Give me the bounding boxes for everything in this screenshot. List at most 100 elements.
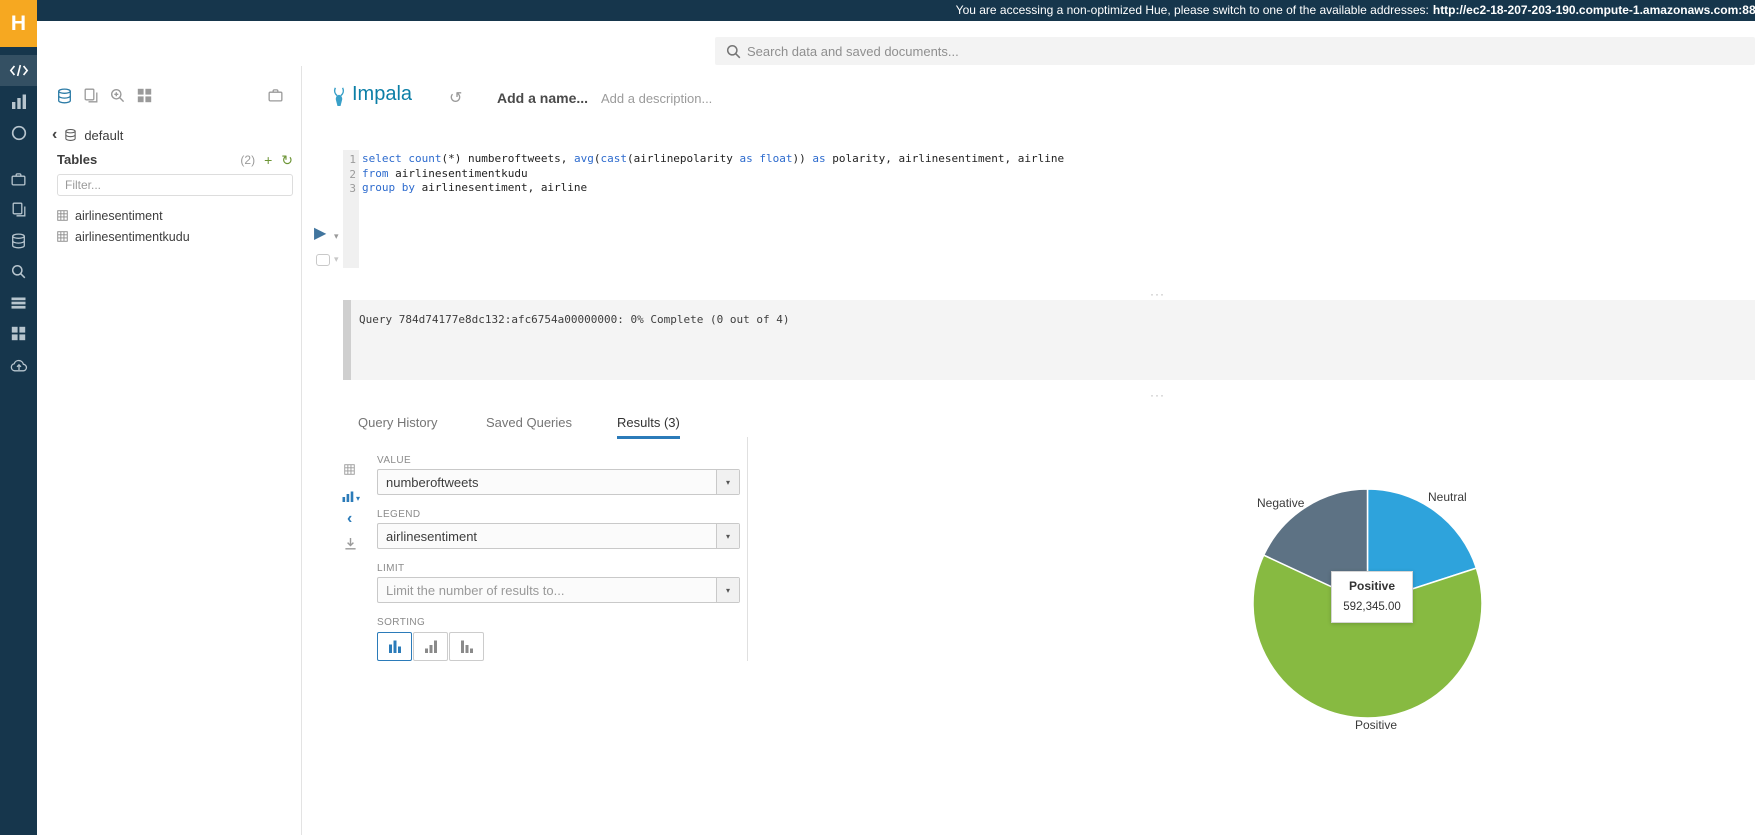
chevron-down-icon: ▾ [716, 524, 739, 548]
briefcase-icon [11, 172, 26, 186]
execute-button[interactable]: ▶ [314, 226, 326, 242]
tables-header: Tables (2) + ↻ [57, 152, 293, 167]
assist-panel: ‹ default Tables (2) + ↻ airlinesentimen… [37, 66, 302, 835]
line-number: 3 [343, 182, 359, 197]
results-divider[interactable] [747, 437, 748, 661]
add-icon[interactable]: + [264, 154, 272, 166]
chart-type-picker-icon[interactable]: ▾ [342, 489, 360, 507]
global-search-input[interactable] [715, 37, 1755, 65]
refresh-icon[interactable]: ↻ [281, 154, 293, 166]
grid-icon [11, 326, 26, 341]
cloud-upload-icon [10, 358, 28, 372]
code-line: select count(*) numberoftweets, avg(cast… [362, 152, 1064, 167]
rail-item-documents[interactable] [0, 194, 37, 225]
pie-tooltip-title: Positive [1335, 579, 1409, 593]
rail-item-hbase[interactable] [0, 287, 37, 318]
limit-select[interactable]: Limit the number of results to... ▾ [377, 577, 740, 603]
rail-item-dashboards[interactable] [0, 86, 37, 117]
editor-gutter: 123 [343, 150, 359, 268]
value-select-text: numberoftweets [378, 475, 479, 490]
code-line: group by airlinesentiment, airline [362, 181, 1064, 196]
rail-item-importer[interactable] [0, 349, 37, 380]
history-icon[interactable]: ↺ [449, 88, 462, 108]
results-resizer[interactable]: ··· [1150, 391, 1165, 399]
legend-select-text: airlinesentiment [378, 529, 477, 544]
chevron-down-icon: ▾ [716, 578, 739, 602]
limit-select-text: Limit the number of results to... [378, 583, 564, 598]
hue-app: H You are accessing a non-optimized Hue,… [0, 0, 1755, 835]
pie-tooltip-value: 592,345.00 [1335, 601, 1409, 613]
hue-logo[interactable]: H [0, 0, 37, 47]
table-row[interactable]: airlinesentimentkudu [57, 226, 293, 247]
database-icon [11, 233, 26, 249]
assist-apps-icon[interactable] [137, 88, 152, 109]
pie-label-positive: Positive [1355, 718, 1397, 732]
database-name[interactable]: default [84, 128, 123, 143]
warning-banner: You are accessing a non-optimized Hue, p… [37, 0, 1755, 21]
assist-data-icon[interactable] [57, 88, 72, 109]
assist-search-icon[interactable] [110, 88, 125, 109]
table-filter-input[interactable] [57, 174, 293, 196]
sorting-label: SORTING [377, 617, 425, 628]
results-grid-icon[interactable] [344, 464, 355, 475]
rail-item-apps[interactable] [0, 318, 37, 349]
rail-item-editor[interactable] [0, 55, 37, 86]
assist-documents-icon[interactable] [84, 88, 98, 109]
legend-select[interactable]: airlinesentiment ▾ [377, 523, 740, 549]
pie-chart-area: Negative Neutral Positive Positive 592,3… [1246, 483, 1506, 748]
limit-label: LIMIT [377, 563, 405, 574]
result-tabs: Query History Saved Queries Results (3) [343, 407, 823, 438]
snippet-settings-icon[interactable] [316, 254, 330, 266]
snippet-settings-caret-icon[interactable]: ▾ [334, 254, 339, 265]
legend-label: LEGEND [377, 509, 421, 520]
table-row[interactable]: airlinesentiment [57, 205, 293, 226]
engine-title: Impala [352, 83, 412, 106]
bar-chart-icon [11, 94, 27, 109]
rail-item-tables[interactable] [0, 225, 37, 256]
code-line: from airlinesentimentkudu [362, 167, 1064, 182]
query-description-field[interactable]: Add a description... [601, 91, 712, 106]
line-number: 1 [343, 153, 359, 168]
sql-editor[interactable]: select count(*) numberoftweets, avg(cast… [362, 152, 1064, 196]
pie-label-negative: Negative [1257, 496, 1304, 510]
jobs-bag-icon[interactable] [268, 88, 283, 107]
sort-none-button[interactable] [377, 632, 412, 661]
line-number: 2 [343, 168, 359, 183]
query-name-field[interactable]: Add a name... [497, 90, 588, 106]
stripes-icon [11, 296, 26, 310]
tab-results-3[interactable]: Results (3) [617, 415, 680, 439]
assist-toolbar [57, 88, 152, 109]
editor-resizer[interactable]: ··· [1150, 290, 1165, 298]
table-name: airlinesentimentkudu [75, 230, 190, 244]
copy-icon [12, 202, 26, 217]
download-icon[interactable] [344, 537, 357, 550]
sort-desc-button[interactable] [449, 632, 484, 661]
search-icon [726, 44, 741, 64]
magnifier-icon [11, 264, 26, 279]
circle-icon [11, 125, 27, 141]
table-icon [57, 210, 68, 221]
rail-item-search[interactable] [0, 256, 37, 287]
rail-item-scheduler[interactable] [0, 117, 37, 148]
banner-link[interactable]: http://ec2-18-207-203-190.compute-1.amaz… [1433, 3, 1755, 17]
value-label: VALUE [377, 455, 411, 466]
rail-item-jobs[interactable] [0, 163, 37, 194]
table-icon [57, 231, 68, 242]
tab-saved-queries[interactable]: Saved Queries [486, 415, 572, 439]
database-breadcrumb: ‹ default [52, 127, 123, 143]
execute-options-caret-icon[interactable]: ▾ [334, 231, 339, 242]
tables-title: Tables [57, 152, 97, 167]
tables-count: (2) [240, 153, 255, 167]
sort-asc-button[interactable] [413, 632, 448, 661]
collapse-chevron-icon[interactable]: ‹ [347, 510, 352, 528]
bar-chart-icon [342, 489, 354, 507]
value-select[interactable]: numberoftweets ▾ [377, 469, 740, 495]
log-progress-bar [343, 300, 351, 380]
tab-query-history[interactable]: Query History [358, 415, 437, 439]
impala-icon [330, 87, 348, 112]
pie-tooltip: Positive 592,345.00 [1331, 571, 1413, 623]
sorting-buttons [377, 632, 485, 661]
back-chevron-icon[interactable]: ‹ [52, 128, 57, 142]
code-icon [9, 64, 29, 77]
left-rail [0, 0, 37, 835]
